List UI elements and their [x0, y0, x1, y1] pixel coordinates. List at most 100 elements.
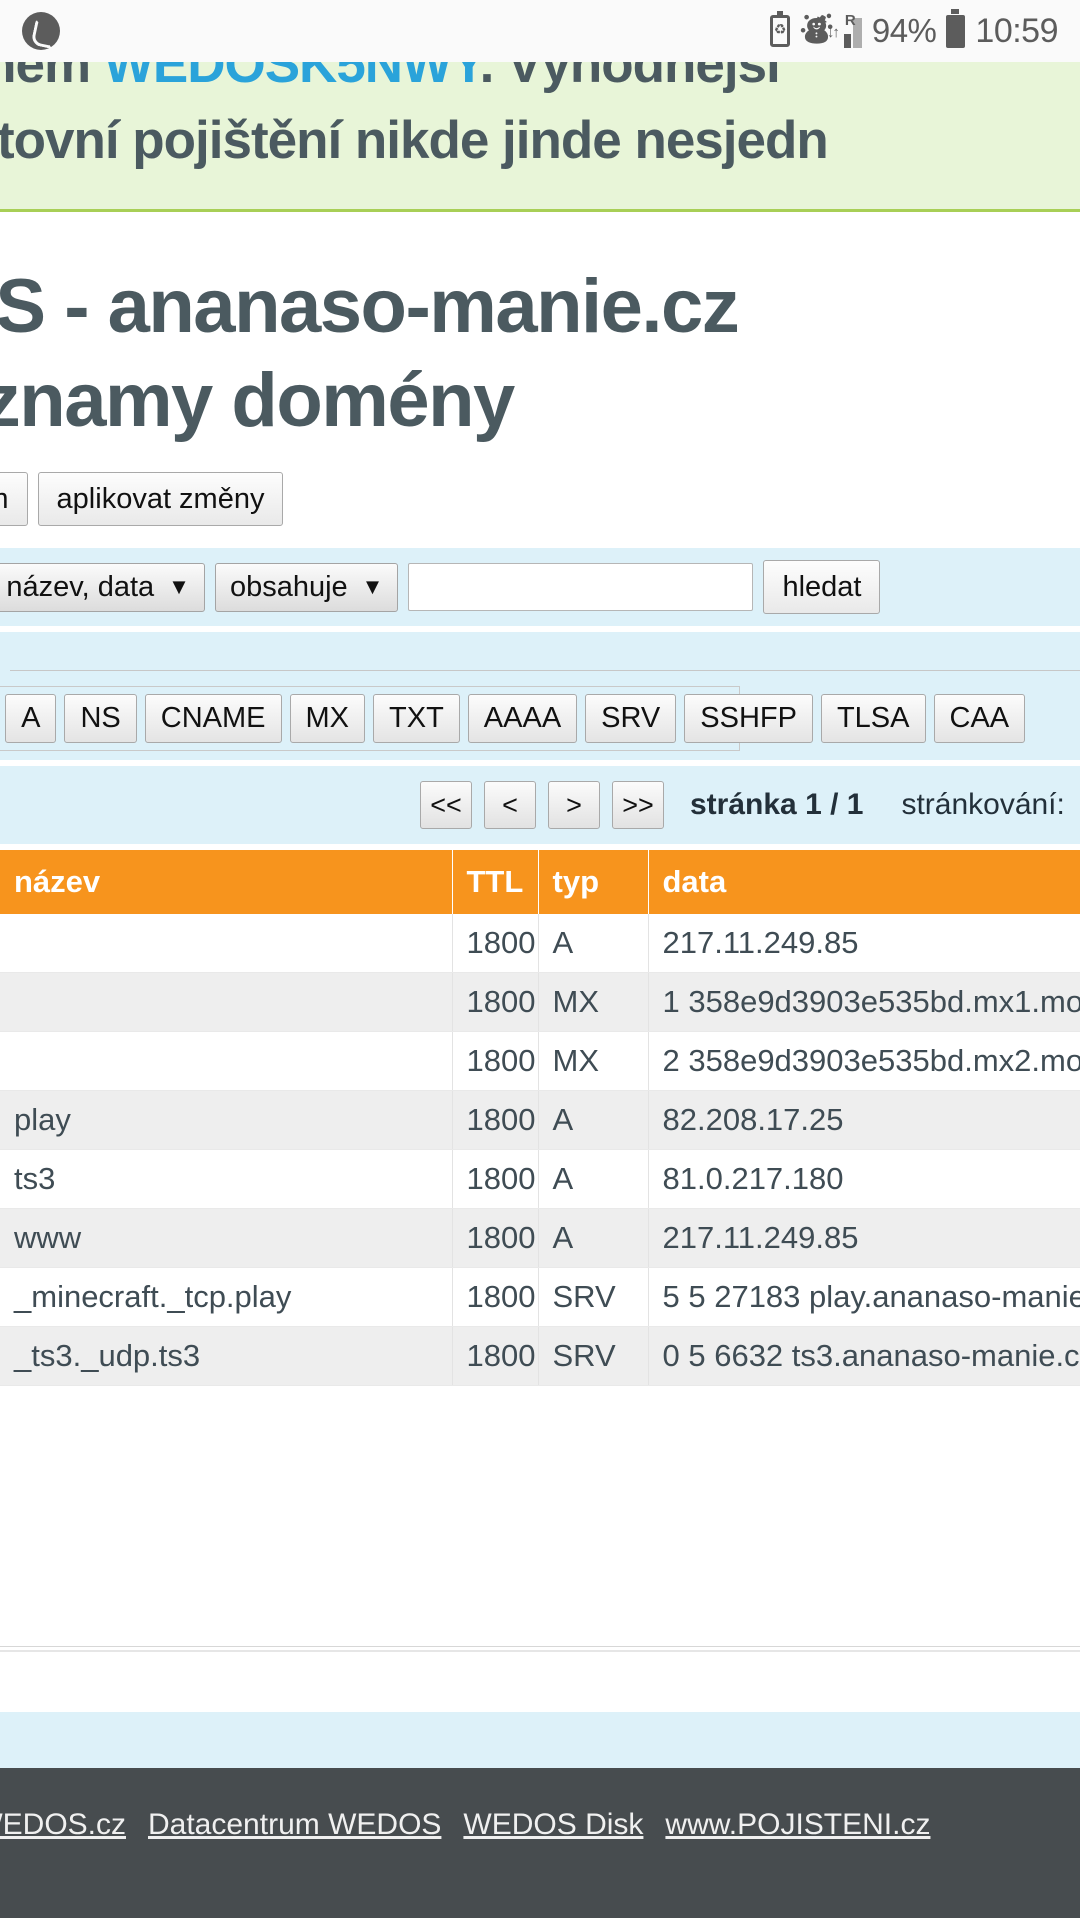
- cell-data: 81.0.217.180: [648, 1149, 1080, 1209]
- type-tab-srv[interactable]: SRV: [585, 694, 677, 743]
- type-tab-mx[interactable]: MX: [289, 694, 366, 743]
- promo-line1-prefix: uponem: [0, 62, 91, 94]
- cell-ttl: 1800: [452, 1031, 539, 1091]
- type-tab-ns[interactable]: NS: [64, 694, 137, 743]
- table-row[interactable]: _minecraft._tcp.play 1800 SRV 5 5 27183 …: [0, 1267, 1080, 1327]
- footer-link-wedos-disk[interactable]: WEDOS Disk: [463, 1808, 643, 1842]
- cell-data: 82.208.17.25: [648, 1090, 1080, 1150]
- page-title: NS - ananaso-manie.cz áznamy domény: [0, 212, 1080, 448]
- table-row[interactable]: _ts3._udp.ts3 1800 SRV 0 5 6632 ts3.anan…: [0, 1326, 1080, 1386]
- promo-line-2: estovní pojištění nikde jinde nesjedn: [0, 111, 829, 170]
- action-button-row: záznam aplikovat změny: [0, 472, 1080, 526]
- cell-ttl: 1800: [452, 914, 539, 973]
- pagination-first-button[interactable]: <<: [420, 781, 472, 829]
- dns-records-table: název TTL typ data 1800 A 217.11.249.85 …: [0, 850, 1080, 1386]
- status-bar: ⛇↓↑ R 94% 10:59: [0, 0, 1080, 62]
- type-tab-sshfp[interactable]: SSHFP: [684, 694, 813, 743]
- battery-percent-label: 94%: [871, 12, 937, 49]
- cell-data: 1 358e9d3903e535bd.mx1.mojedor: [648, 972, 1080, 1032]
- promo-line1-suffix: . Výhodnější: [479, 62, 781, 94]
- pagination-last-button[interactable]: >>: [612, 781, 664, 829]
- search-submit-button[interactable]: hledat: [763, 560, 881, 614]
- type-tab-txt[interactable]: TXT: [373, 694, 460, 743]
- cell-type: A: [538, 1208, 649, 1268]
- footer-white-gap: [0, 1652, 1080, 1712]
- site-footer: - WEDOS.cz Datacentrum WEDOS WEDOS Disk …: [0, 1768, 1080, 1918]
- cell-name: [0, 972, 453, 1032]
- column-header-ttl[interactable]: TTL: [452, 850, 539, 914]
- cell-data: 0 5 6632 ts3.ananaso-manie.cz: [648, 1326, 1080, 1386]
- cell-name: [0, 914, 453, 973]
- type-tab-tlsa[interactable]: TLSA: [820, 694, 926, 743]
- chevron-down-icon: ▼: [168, 574, 190, 599]
- column-header-type[interactable]: typ: [538, 850, 649, 914]
- cell-type: A: [538, 1149, 649, 1209]
- pagination-page-size-label: stránkování:: [901, 788, 1065, 821]
- promo-coupon-code: WEDOSK5NWY: [103, 62, 481, 94]
- cell-name: play: [0, 1090, 453, 1150]
- cell-ttl: 1800: [452, 1326, 539, 1386]
- cell-type: A: [538, 1090, 649, 1150]
- type-tab-aaaa[interactable]: AAAA: [467, 694, 578, 743]
- cell-ttl: 1800: [452, 1090, 539, 1150]
- cell-name: _ts3._udp.ts3: [0, 1326, 453, 1386]
- table-row[interactable]: ts3 1800 A 81.0.217.180: [0, 1149, 1080, 1209]
- column-header-data[interactable]: data: [648, 850, 1080, 914]
- type-tab-a[interactable]: A: [5, 694, 57, 743]
- column-header-name[interactable]: název: [0, 850, 453, 914]
- divider: [10, 670, 1080, 671]
- footer-link-wedos[interactable]: - WEDOS.cz: [0, 1808, 126, 1842]
- cell-name: [0, 1031, 453, 1091]
- table-row[interactable]: 1800 MX 2 358e9d3903e535bd.mx2.mojedor: [0, 1031, 1080, 1091]
- cell-data: 217.11.249.85: [648, 914, 1080, 973]
- apply-changes-button[interactable]: aplikovat změny: [37, 472, 284, 526]
- battery-saver-icon: [769, 11, 790, 47]
- pagination-next-button[interactable]: >: [548, 781, 600, 829]
- cell-ttl: 1800: [452, 1267, 539, 1327]
- table-header-row: název TTL typ data: [0, 850, 1080, 914]
- footer-link-datacentrum[interactable]: Datacentrum WEDOS: [148, 1808, 441, 1842]
- cell-data: 217.11.249.85: [648, 1208, 1080, 1268]
- phone-icon: [22, 12, 60, 50]
- pagination-prev-button[interactable]: <: [484, 781, 536, 829]
- promo-banner[interactable]: uponem WEDOSK5NWY. Výhodnější estovní po…: [0, 62, 1080, 212]
- table-row[interactable]: 1800 A 217.11.249.85: [0, 914, 1080, 973]
- page-title-line-1: NS - ananaso-manie.cz: [0, 264, 740, 349]
- cell-data: 5 5 27183 play.ananaso-manie.cz: [648, 1267, 1080, 1327]
- table-row[interactable]: www 1800 A 217.11.249.85: [0, 1208, 1080, 1268]
- promo-line-1: uponem WEDOSK5NWY. Výhodnější: [0, 62, 781, 95]
- table-row[interactable]: play 1800 A 82.208.17.25: [0, 1090, 1080, 1150]
- clock-label: 10:59: [975, 11, 1058, 50]
- content-spacer: [0, 1386, 1080, 1646]
- battery-icon: [946, 8, 966, 48]
- cell-data: 2 358e9d3903e535bd.mx2.mojedor: [648, 1031, 1080, 1091]
- search-operator-select-value: obsahuje: [229, 570, 348, 603]
- cell-name: ts3: [0, 1149, 453, 1209]
- footer-blue-strip: [0, 1712, 1080, 1768]
- search-operator-select[interactable]: obsahuje ▼: [214, 562, 399, 612]
- cell-type: A: [538, 914, 649, 973]
- status-bar-right: ⛇↓↑ R 94% 10:59: [769, 8, 1058, 51]
- status-bar-left: [22, 12, 60, 50]
- cell-type: MX: [538, 1031, 649, 1091]
- cell-type: SRV: [538, 1267, 649, 1327]
- pagination-page-info: stránka 1 / 1: [690, 788, 864, 821]
- add-record-button[interactable]: záznam: [0, 472, 28, 526]
- roaming-label: R: [844, 12, 856, 29]
- table-row[interactable]: 1800 MX 1 358e9d3903e535bd.mx1.mojedor: [0, 972, 1080, 1032]
- type-tab-cname[interactable]: CNAME: [144, 694, 282, 743]
- page-title-line-2: áznamy domény: [0, 358, 515, 443]
- footer-link-pojisteni[interactable]: www.POJISTENI.cz: [665, 1808, 930, 1842]
- pagination-bar: << < > >> stránka 1 / 1 stránkování:: [0, 766, 1080, 844]
- search-field-select[interactable]: název, data ▼: [0, 562, 205, 612]
- cell-name: _minecraft._tcp.play: [0, 1267, 453, 1327]
- cell-ttl: 1800: [452, 1149, 539, 1209]
- cell-name: www: [0, 1208, 453, 1268]
- search-bar: ní: název, data ▼ obsahuje ▼ hledat: [0, 548, 1080, 626]
- search-input[interactable]: [408, 563, 754, 611]
- type-tab-caa[interactable]: CAA: [933, 694, 1026, 743]
- chevron-down-icon: ▼: [361, 574, 384, 599]
- record-type-filter: : e A NS CNAME MX TXT AAAA SRV SSHFP TLS…: [0, 632, 1080, 760]
- cell-ttl: 1800: [452, 1208, 539, 1268]
- cell-type: MX: [538, 972, 649, 1032]
